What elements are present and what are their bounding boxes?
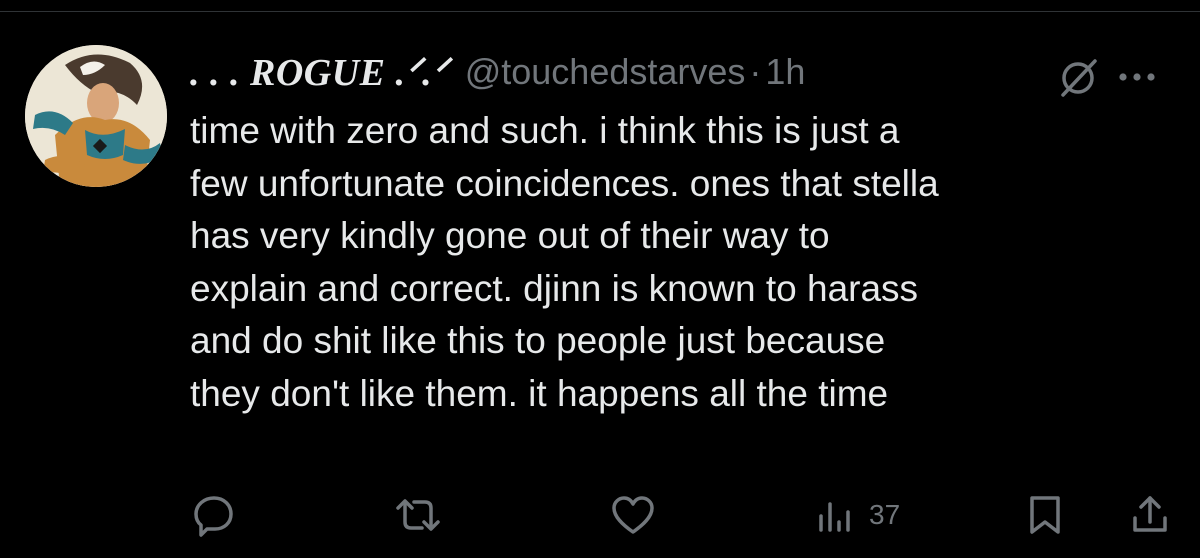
tweet-header: . . . ROGUE .ᐟ.ᐟ @touchedstarves · 1h	[190, 42, 805, 102]
bookmark-button[interactable]	[1025, 490, 1065, 540]
grok-icon[interactable]	[1055, 55, 1101, 101]
share-icon	[1133, 496, 1167, 532]
tweet-text: time with zero and such. i think this is…	[190, 110, 939, 414]
views-count: 37	[869, 499, 901, 530]
display-name[interactable]: . . . ROGUE .ᐟ.ᐟ	[190, 50, 449, 95]
separator: ·	[749, 51, 762, 92]
reply-button[interactable]	[191, 490, 237, 540]
avatar[interactable]	[25, 45, 167, 187]
retweet-icon	[396, 499, 440, 531]
views-button[interactable]: 37	[815, 490, 900, 540]
share-button[interactable]	[1128, 490, 1172, 540]
top-divider	[0, 11, 1200, 12]
views-icon	[819, 502, 850, 532]
like-icon	[612, 496, 654, 534]
bookmark-icon	[1030, 496, 1060, 534]
avatar-illustration	[25, 45, 167, 187]
more-icon[interactable]	[1113, 57, 1161, 97]
like-button[interactable]	[609, 490, 657, 540]
timestamp[interactable]: 1h	[765, 51, 805, 93]
reply-icon	[194, 496, 233, 537]
retweet-button[interactable]	[392, 490, 444, 540]
user-handle[interactable]: @touchedstarves	[465, 51, 746, 93]
